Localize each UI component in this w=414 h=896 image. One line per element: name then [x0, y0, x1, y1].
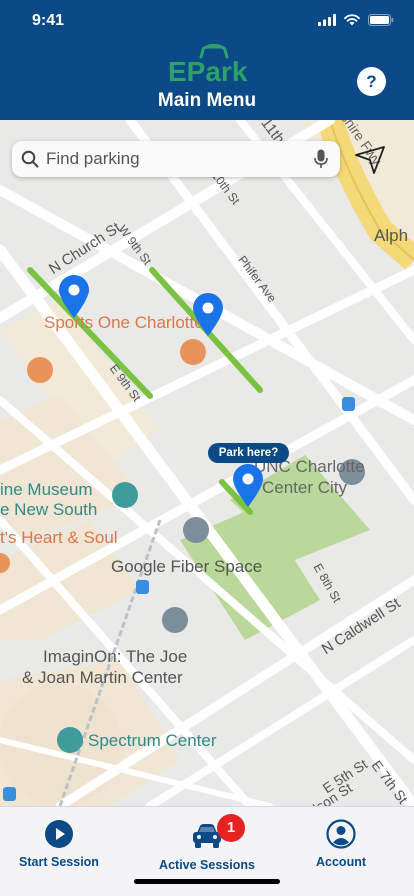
- epark-logo: EPark: [164, 44, 250, 88]
- navigation-arrow-icon[interactable]: [354, 143, 386, 175]
- nav-start-session[interactable]: Start Session: [0, 807, 128, 896]
- parking-pin-9th[interactable]: [191, 293, 225, 337]
- page-title: Main Menu: [157, 90, 257, 111]
- status-time: 9:41: [32, 12, 65, 29]
- place-imaginon-1[interactable]: ImaginOn: The Joe: [43, 647, 187, 667]
- place-fiber[interactable]: Google Fiber Space: [111, 557, 262, 577]
- status-bar: 9:41: [0, 0, 414, 44]
- place-museum-2[interactable]: e New South: [0, 500, 97, 520]
- nav-label-account: Account: [316, 855, 366, 869]
- nav-label-start-session: Start Session: [19, 855, 99, 869]
- parking-pin-church[interactable]: [57, 275, 91, 319]
- parking-pin-selected[interactable]: [231, 464, 265, 508]
- place-imaginon-2[interactable]: & Joan Martin Center: [22, 668, 183, 688]
- map-label-alph: Alph: [374, 226, 409, 245]
- wifi-icon: [344, 14, 360, 26]
- nav-label-active-sessions: Active Sessions: [159, 858, 255, 872]
- help-button[interactable]: ?: [357, 67, 386, 96]
- home-indicator[interactable]: [134, 879, 280, 884]
- place-spectrum[interactable]: Spectrum Center: [88, 731, 217, 751]
- place-unc-2[interactable]: Center City: [262, 478, 347, 498]
- signal-icon: [318, 14, 336, 26]
- active-sessions-badge: 1: [217, 814, 245, 842]
- search-bar[interactable]: [12, 141, 340, 177]
- app-header: 9:41 EPark Main Menu ?: [0, 0, 414, 120]
- place-heart-soul[interactable]: t's Heart & Soul: [0, 528, 118, 548]
- search-icon: [21, 150, 39, 168]
- place-museum-1[interactable]: ine Museum: [0, 480, 93, 500]
- park-here-tooltip[interactable]: Park here?: [208, 443, 289, 463]
- map-view[interactable]: N Church St W 9th St W 10th St 11th St P…: [0, 120, 414, 806]
- search-input[interactable]: [46, 147, 306, 171]
- battery-icon: [368, 14, 394, 26]
- screen: 9:41 EPark Main Menu ? N Church St W 9th…: [0, 0, 414, 896]
- account-icon: [326, 819, 356, 849]
- play-circle-icon: [45, 820, 73, 848]
- microphone-icon[interactable]: [314, 149, 328, 169]
- nav-account[interactable]: Account: [272, 807, 410, 896]
- status-icons: [318, 14, 394, 26]
- logo-text: EPark: [168, 56, 248, 87]
